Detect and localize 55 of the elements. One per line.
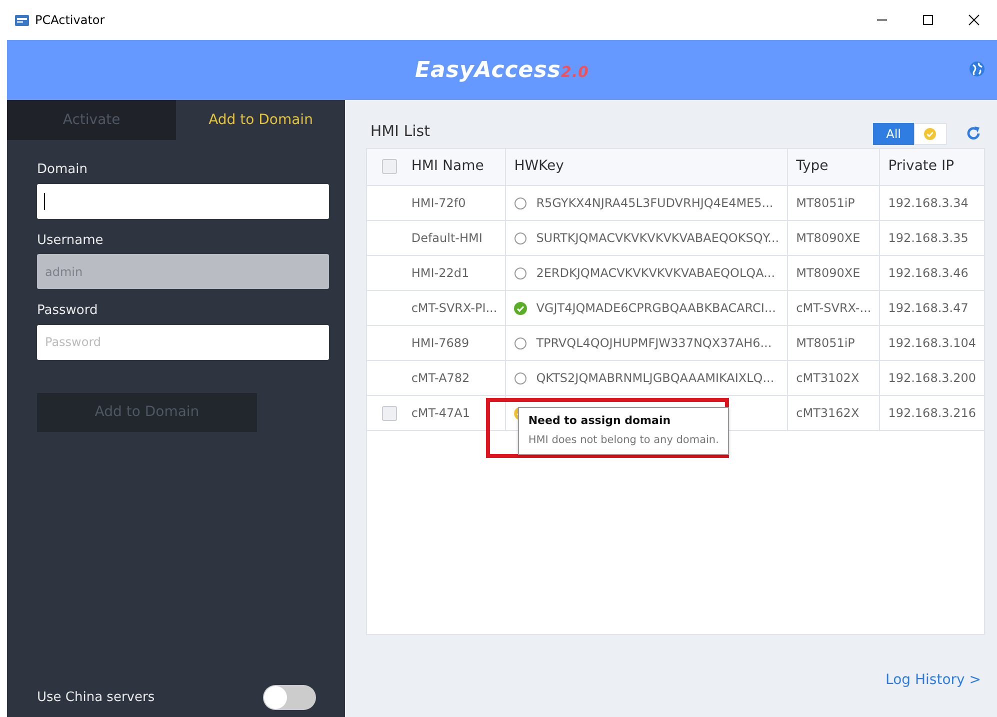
table-cell: 192.168.3.216 <box>888 406 976 420</box>
tooltip-text: HMI does not belong to any domain. <box>528 433 719 448</box>
table-cell-text: Default-HMI <box>411 230 482 247</box>
app-logo: EasyAccess2.0 <box>415 56 589 84</box>
table-cell: 192.168.3.47 <box>888 301 968 315</box>
table-cell-text: 2ERDKJQMACVKVKVKVKVABAEQOLQA... <box>536 265 776 282</box>
checkbox[interactable] <box>382 406 398 420</box>
maximize-icon[interactable] <box>922 14 934 26</box>
table-cell: 192.168.3.104 <box>888 336 976 350</box>
globe-icon[interactable] <box>969 61 985 77</box>
filter-button[interactable]: All <box>873 122 914 144</box>
log-history-link[interactable]: Log History > <box>886 670 981 691</box>
field-label: Password <box>37 302 99 320</box>
check-icon <box>924 128 936 140</box>
table-cell-text: cMT-A782 <box>411 370 470 387</box>
table-cell: MT8090XE <box>796 266 860 280</box>
table-cell: 192.168.3.34 <box>888 196 968 210</box>
refresh-icon[interactable] <box>966 126 981 140</box>
column-header: Type <box>796 158 828 174</box>
column-header: Private IP <box>888 158 954 174</box>
table-cell-text: HMI-72f0 <box>411 195 466 212</box>
table-cell: 192.168.3.46 <box>888 266 968 280</box>
table-cell: MT8090XE <box>796 231 860 245</box>
table-cell: cMT-SVRX-... <box>796 301 872 315</box>
table-cell-text: SURTKJQMACVKVKVKVKVABAEQOKSQY... <box>536 230 780 247</box>
username-field: admin <box>37 254 329 289</box>
table-cell: 192.168.3.35 <box>888 231 968 245</box>
table-cell-text: HMI-22d1 <box>411 265 470 282</box>
table-cell: MT8051iP <box>796 196 855 210</box>
table-cell: cMT3102X <box>796 371 860 385</box>
table-cell-text: R5GYKX4NJRA45L3FUDVRHJQ4E4ME5... <box>536 195 774 212</box>
column-header: HMI Name <box>411 157 484 176</box>
table-cell: 192.168.3.200 <box>888 371 976 385</box>
app-icon <box>14 12 30 28</box>
field-label: Domain <box>37 161 88 179</box>
window-title: PCActivator <box>35 12 105 29</box>
tab[interactable]: Activate <box>7 100 176 140</box>
column-header: HWKey <box>514 158 564 174</box>
checkbox[interactable] <box>382 159 398 174</box>
table-cell-text: cMT-47A1 <box>411 405 470 422</box>
table-cell-text: HMI-7689 <box>411 335 470 352</box>
input-field[interactable] <box>37 184 329 218</box>
input-field[interactable]: Password <box>37 324 329 360</box>
tooltip-title: Need to assign domain <box>528 412 672 428</box>
toggle-label: Use China servers <box>37 688 155 707</box>
table-cell-text: TPRVQL4QOJHUPMFJW337NQX37AH6... <box>536 335 772 352</box>
table-cell-text: QKTS2JQMABRNMLJGBQAAAMIKAIXLQ... <box>536 370 774 387</box>
section-title: HMI List <box>370 121 430 142</box>
toggle-switch[interactable] <box>263 685 316 710</box>
table-cell-text: cMT-SVRX-PI... <box>411 300 498 317</box>
close-icon[interactable] <box>968 14 980 26</box>
table-cell: cMT3162X <box>796 406 860 420</box>
table-cell-text: VGJT4JQMADE6CPRGBQAABKBACARCI... <box>536 300 776 317</box>
table-cell: MT8051iP <box>796 336 855 350</box>
field-label: Username <box>37 232 104 250</box>
